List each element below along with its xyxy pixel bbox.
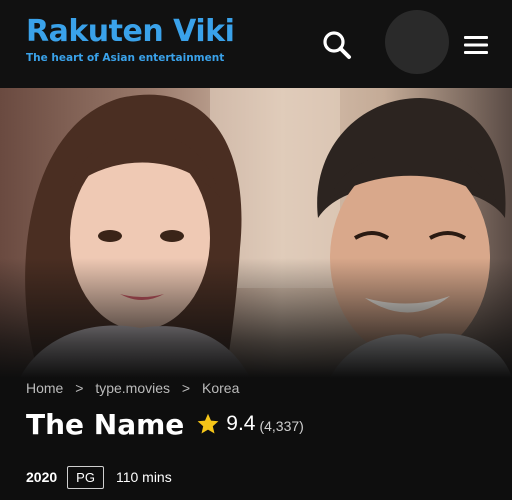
title-row: The Name 9.4 (4,337) — [26, 402, 304, 446]
search-button[interactable] — [320, 28, 354, 62]
header: Rakuten Viki The heart of Asian entertai… — [0, 0, 512, 88]
logo-tagline: The heart of Asian entertainment — [26, 52, 225, 64]
age-rating-badge: PG — [67, 465, 104, 489]
star-icon — [197, 413, 219, 434]
breadcrumb-separator: > — [75, 380, 84, 396]
hero-image — [0, 88, 512, 378]
meta-row: 2020 PG 110 mins — [26, 464, 172, 490]
search-icon — [323, 31, 351, 59]
rating-value: 9.4 — [226, 412, 256, 435]
rating-count: (4,337) — [259, 418, 304, 434]
breadcrumb-type-movies[interactable]: type.movies — [95, 380, 170, 396]
logo-text: Rakuten Viki — [26, 14, 235, 49]
breadcrumb-separator: > — [181, 380, 191, 396]
page-title: The Name — [26, 407, 185, 441]
hero-gradient — [0, 258, 512, 378]
menu-button[interactable] — [462, 33, 490, 57]
breadcrumb-korea[interactable]: Korea — [202, 380, 239, 396]
logo[interactable]: Rakuten Viki The heart of Asian entertai… — [26, 14, 235, 64]
hamburger-menu-icon — [464, 36, 488, 54]
avatar[interactable] — [385, 10, 449, 74]
page: Rakuten Viki The heart of Asian entertai… — [0, 0, 512, 500]
breadcrumb-home[interactable]: Home — [26, 380, 63, 396]
duration: 110 mins — [115, 469, 172, 485]
release-year: 2020 — [26, 469, 58, 485]
breadcrumb: Home > type.movies > Korea — [26, 380, 239, 396]
